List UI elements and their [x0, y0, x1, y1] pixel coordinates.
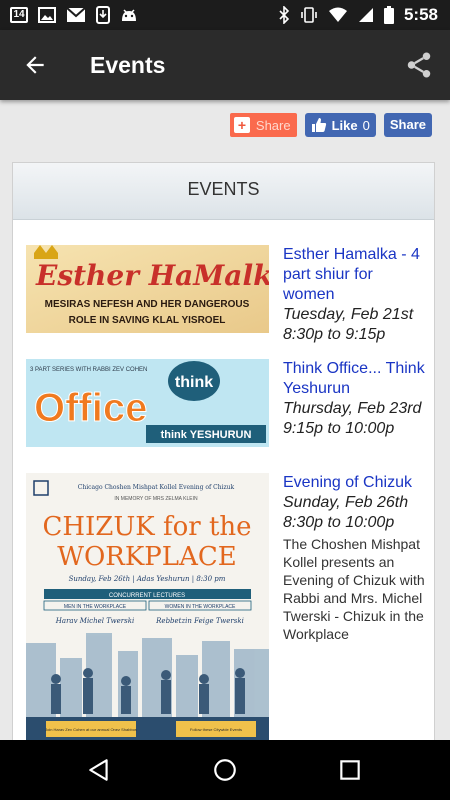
banner-subtitle-1: MESIRAS NEFESH AND HER DANGEROUS — [45, 299, 250, 310]
status-bar: 14 5:58 — [0, 0, 450, 30]
chizuk-workplace-poster: Chicago Choshen Mishpat Kollel Evening o… — [26, 473, 269, 740]
facebook-like-button[interactable]: Like 0 — [304, 113, 376, 137]
nav-recents-icon[interactable] — [337, 757, 363, 783]
poster-top-line: Chicago Choshen Mishpat Kollel Evening o… — [78, 484, 235, 491]
poster-title-1: CHIZUK for the — [42, 512, 251, 542]
event-item[interactable]: Chicago Choshen Mishpat Kollel Evening o… — [26, 473, 426, 740]
event-image-esther-hamalka[interactable]: Esther HaMalka MESIRAS NEFESH AND HER DA… — [26, 245, 269, 333]
event-item[interactable]: Esther HaMalka MESIRAS NEFESH AND HER DA… — [26, 245, 426, 343]
event-title[interactable]: Evening of Chizuk — [283, 473, 428, 493]
notification-count-badge: 14 — [10, 7, 28, 23]
gmail-icon — [66, 7, 86, 22]
poster-memory-line: IN MEMORY OF MRS ZELMA KLEIN — [114, 496, 198, 502]
plus-icon: + — [233, 117, 250, 133]
events-panel: EVENTS Esther HaMalka MESIRAS NEFESH AND… — [12, 162, 435, 740]
poster-women-label: WOMEN IN THE WORKPLACE — [165, 604, 236, 610]
banner-main: Office — [34, 386, 147, 430]
page-title: Events — [90, 52, 166, 78]
event-date: Sunday, Feb 26th 8:30p to 10:00p — [283, 494, 409, 531]
think-office-banner: 3 PART SERIES WITH RABBI ZEV COHEN think… — [26, 359, 269, 447]
poster-footer-right: Follow these Citywide Events — [190, 727, 242, 732]
facebook-like-count: 0 — [362, 117, 370, 133]
event-title[interactable]: Esther Hamalka - 4 part shiur for women — [283, 245, 428, 305]
status-time: 5:58 — [403, 5, 438, 24]
banner-bottom: think YESHURUN — [161, 429, 252, 441]
events-panel-header: EVENTS — [13, 163, 434, 220]
event-image-chizuk-workplace[interactable]: Chicago Choshen Mishpat Kollel Evening o… — [26, 473, 269, 740]
event-title[interactable]: Think Office... Think Yeshurun — [283, 359, 428, 399]
share-icon[interactable] — [404, 50, 434, 80]
banner-subtitle-2: ROLE IN SAVING KLAL YISROEL — [69, 315, 226, 326]
event-item[interactable]: 3 PART SERIES WITH RABBI ZEV COHEN think… — [26, 359, 426, 451]
poster-title-2: WORKPLACE — [57, 542, 236, 572]
vibrate-icon — [301, 7, 317, 23]
wifi-icon — [328, 7, 347, 22]
bluetooth-icon — [279, 6, 290, 24]
event-date: Tuesday, Feb 21st 8:30p to 9:15p — [283, 306, 414, 343]
poster-date-line: Sunday, Feb 26th | Adas Yeshurun | 8:30 … — [69, 575, 226, 583]
battery-icon — [383, 6, 394, 24]
phone-download-icon — [96, 6, 110, 24]
nav-back-icon[interactable] — [86, 757, 112, 783]
status-notifications: 14 — [10, 6, 138, 24]
event-date: Thursday, Feb 23rd 9:15p to 10:00p — [283, 400, 422, 437]
esther-hamalka-banner: Esther HaMalka MESIRAS NEFESH AND HER DA… — [26, 245, 269, 333]
system-navigation-bar — [0, 740, 450, 800]
addthis-share-button[interactable]: + Share — [229, 113, 297, 137]
event-info: Esther Hamalka - 4 part shiur for women … — [283, 245, 428, 345]
poster-women-presenter: Rebbetzin Feige Twerski — [155, 617, 244, 625]
poster-footer-left: Join Harav Zev Cohen at our annual Onez … — [45, 727, 137, 732]
banner-title: Esther HaMalka — [35, 259, 269, 292]
social-share-bar: + Share Like 0 Share — [229, 113, 432, 137]
event-info: Think Office... Think Yeshurun Thursday,… — [283, 359, 428, 439]
addthis-share-label: Share — [255, 117, 291, 133]
nav-home-icon[interactable] — [212, 757, 238, 783]
event-image-think-office[interactable]: 3 PART SERIES WITH RABBI ZEV COHEN think… — [26, 359, 269, 447]
poster-men-presenter: Harav Michel Twerski — [55, 617, 134, 625]
back-arrow-icon[interactable] — [22, 52, 48, 78]
facebook-like-label: Like — [331, 117, 358, 133]
thumbs-up-icon — [311, 118, 326, 132]
signal-icon — [358, 8, 373, 22]
android-icon — [122, 9, 136, 21]
event-description: The Choshen Mishpat Kollel presents an E… — [283, 536, 425, 642]
poster-men-label: MEN IN THE WORKPLACE — [64, 604, 127, 610]
status-system: 5:58 — [278, 5, 438, 25]
image-icon — [38, 7, 56, 23]
facebook-share-button[interactable]: Share — [383, 113, 432, 137]
banner-bubble: think — [175, 374, 213, 391]
app-bar: Events — [0, 30, 450, 100]
banner-top-line: 3 PART SERIES WITH RABBI ZEV COHEN — [30, 367, 147, 373]
event-info: Evening of Chizuk Sunday, Feb 26th 8:30p… — [283, 473, 428, 643]
content-area[interactable]: + Share Like 0 Share EVENTS Esther HaMal… — [0, 100, 450, 740]
poster-concurrent: CONCURRENT LECTURES — [109, 593, 185, 599]
